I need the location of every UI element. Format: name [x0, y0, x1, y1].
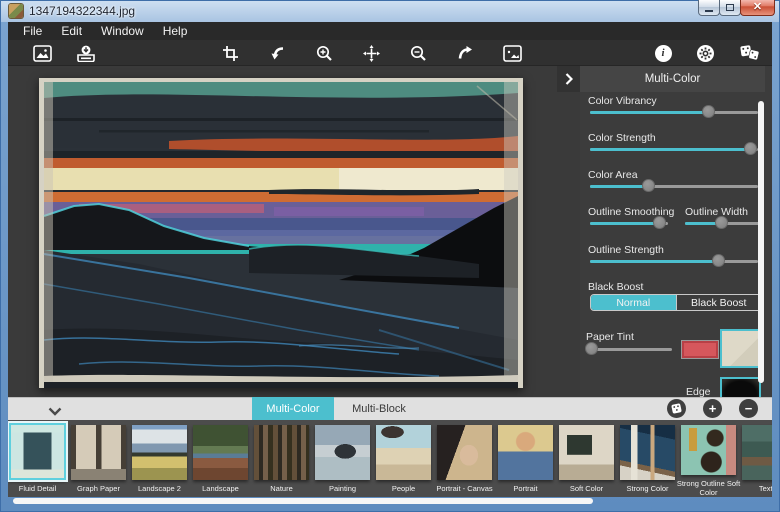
style-thumbnail[interactable] [315, 425, 370, 480]
tab-multi-block[interactable]: Multi-Block [336, 397, 422, 420]
slider-thumb[interactable] [653, 216, 666, 229]
app-window: 1347194322344.jpg ✕ File Edit Window Hel… [0, 0, 780, 512]
black-boost-label: Black Boost [588, 281, 643, 293]
gear-icon [697, 45, 714, 62]
menu-help[interactable]: Help [163, 24, 188, 38]
outline-width-slider[interactable] [685, 216, 761, 230]
slider-thumb[interactable] [585, 342, 598, 355]
info-button[interactable]: i [653, 43, 673, 63]
style-thumbnail[interactable] [132, 425, 187, 480]
panel-header: Multi-Color [580, 66, 765, 92]
open-image-button[interactable] [32, 43, 52, 63]
close-icon: ✕ [753, 2, 762, 13]
style-thumbnail[interactable] [498, 425, 553, 480]
panel-scrollbar[interactable] [758, 101, 764, 383]
thumbnails-zoom-out-button[interactable]: − [739, 399, 758, 418]
menu-edit[interactable]: Edit [61, 24, 82, 38]
black-boost-option-normal[interactable]: Normal [591, 295, 676, 310]
thumbnails-zoom-in-button[interactable]: + [703, 399, 722, 418]
style-item-portrait-canvas[interactable]: Portrait - Canvas [437, 425, 492, 497]
style-thumbnail[interactable] [742, 425, 772, 480]
panel-collapse-button[interactable] [557, 66, 580, 92]
randomize-button[interactable] [740, 43, 760, 63]
style-gallery: Fluid Detail Graph Paper Landscape 2 Lan… [8, 420, 772, 497]
style-thumbnail[interactable] [254, 425, 309, 480]
chevron-right-icon [565, 73, 573, 85]
style-item-landscape-2[interactable]: Landscape 2 [132, 425, 187, 497]
menu-file[interactable]: File [23, 24, 42, 38]
minus-icon: − [745, 402, 753, 415]
show-original-button[interactable] [502, 43, 522, 63]
style-item-graph-paper[interactable]: Graph Paper [71, 425, 126, 497]
paper-tint-color-swatch[interactable] [682, 341, 718, 358]
color-strength-slider[interactable] [590, 142, 758, 156]
style-thumbnail[interactable] [376, 425, 431, 480]
panel-title: Multi-Color [645, 73, 701, 85]
tab-multi-color[interactable]: Multi-Color [252, 397, 334, 420]
style-thumbnail[interactable] [681, 425, 736, 475]
save-image-button[interactable] [76, 43, 96, 63]
style-item-portrait[interactable]: Portrait [498, 425, 553, 497]
style-thumbnail[interactable] [71, 425, 126, 480]
style-thumbnail[interactable] [9, 423, 66, 480]
crop-button[interactable] [220, 43, 240, 63]
zoom-out-button[interactable] [408, 43, 428, 63]
style-item-strong-color[interactable]: Strong Color [620, 425, 675, 497]
zoom-in-button[interactable] [314, 43, 334, 63]
slider-thumb[interactable] [702, 105, 715, 118]
minimize-button[interactable] [698, 0, 720, 16]
toolbar: i [8, 40, 772, 66]
outline-strength-slider[interactable] [590, 254, 758, 268]
redo-button[interactable] [455, 43, 475, 63]
style-thumbnail[interactable] [559, 425, 614, 480]
settings-button[interactable] [695, 43, 715, 63]
menu-window[interactable]: Window [101, 24, 144, 38]
close-button[interactable]: ✕ [740, 0, 775, 16]
style-thumbnail[interactable] [437, 425, 492, 480]
minimize-icon [705, 10, 713, 12]
style-item-soft-color[interactable]: Soft Color [559, 425, 614, 497]
slider-thumb[interactable] [712, 254, 725, 267]
maximize-icon [726, 4, 734, 11]
maximize-button[interactable] [719, 0, 741, 16]
pan-button[interactable] [361, 43, 381, 63]
titlebar[interactable]: 1347194322344.jpg ✕ [0, 0, 780, 22]
window-title: 1347194322344.jpg [29, 4, 135, 18]
style-item-landscape[interactable]: Landscape [193, 425, 248, 497]
black-boost-option-black-boost[interactable]: Black Boost [676, 295, 762, 310]
slider-thumb[interactable] [744, 142, 757, 155]
paper-tint-slider[interactable] [590, 342, 672, 356]
slider-thumb[interactable] [715, 216, 728, 229]
style-item-textile[interactable]: Textile [742, 425, 772, 497]
style-item-fluid-detail[interactable]: Fluid Detail [10, 425, 65, 497]
die-icon [671, 403, 682, 414]
plus-icon: + [709, 402, 717, 415]
outline-smoothing-slider[interactable] [590, 216, 668, 230]
style-thumbnail[interactable] [620, 425, 675, 480]
style-item-strong-outline-soft-color[interactable]: Strong Outline Soft Color [681, 425, 736, 497]
color-area-slider[interactable] [590, 179, 758, 193]
paper-texture-thumbnail[interactable] [720, 329, 761, 368]
color-vibrancy-slider[interactable] [590, 105, 758, 119]
app-icon [9, 4, 23, 18]
style-item-nature[interactable]: Nature [254, 425, 309, 497]
random-style-button[interactable] [667, 399, 686, 418]
menubar: File Edit Window Help [8, 22, 772, 40]
slider-thumb[interactable] [642, 179, 655, 192]
info-icon: i [655, 45, 672, 62]
style-thumbnail[interactable] [193, 425, 248, 480]
style-item-people[interactable]: People [376, 425, 431, 497]
collapse-gallery-button[interactable] [48, 403, 62, 421]
undo-button[interactable] [267, 43, 287, 63]
gallery-scrollbar[interactable] [13, 498, 593, 504]
edited-image[interactable] [39, 78, 523, 388]
black-boost-toggle: Normal Black Boost [590, 294, 762, 311]
chevron-down-icon [48, 407, 62, 416]
style-item-painting[interactable]: Painting [315, 425, 370, 497]
dice-icon [740, 44, 760, 62]
